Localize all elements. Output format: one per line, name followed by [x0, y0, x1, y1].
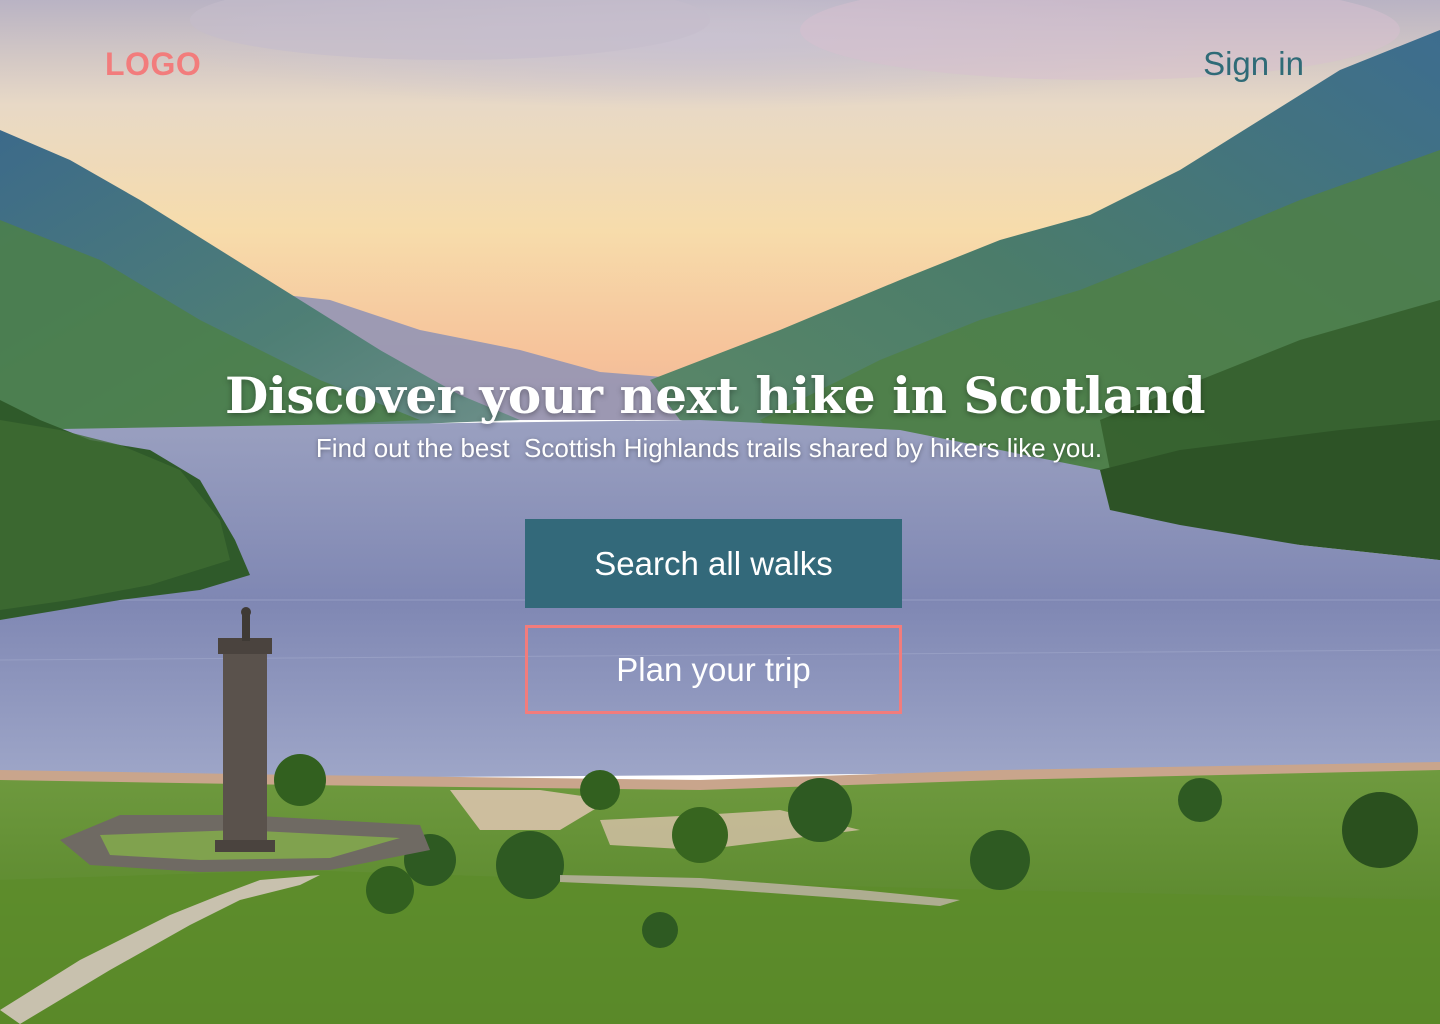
search-all-walks-label: Search all walks [594, 544, 833, 582]
logo[interactable]: LOGO [105, 46, 201, 83]
plan-your-trip-label: Plan your trip [616, 650, 811, 688]
hero-title: Discover your next hike in Scotland [224, 366, 1206, 425]
hero-subtitle: Find out the best Scottish Highlands tra… [315, 433, 1103, 463]
hero-background-image [0, 0, 1440, 1024]
sign-in-link[interactable]: Sign in [1203, 45, 1304, 83]
plan-your-trip-button[interactable]: Plan your trip [525, 625, 902, 714]
search-all-walks-button[interactable]: Search all walks [525, 519, 902, 608]
